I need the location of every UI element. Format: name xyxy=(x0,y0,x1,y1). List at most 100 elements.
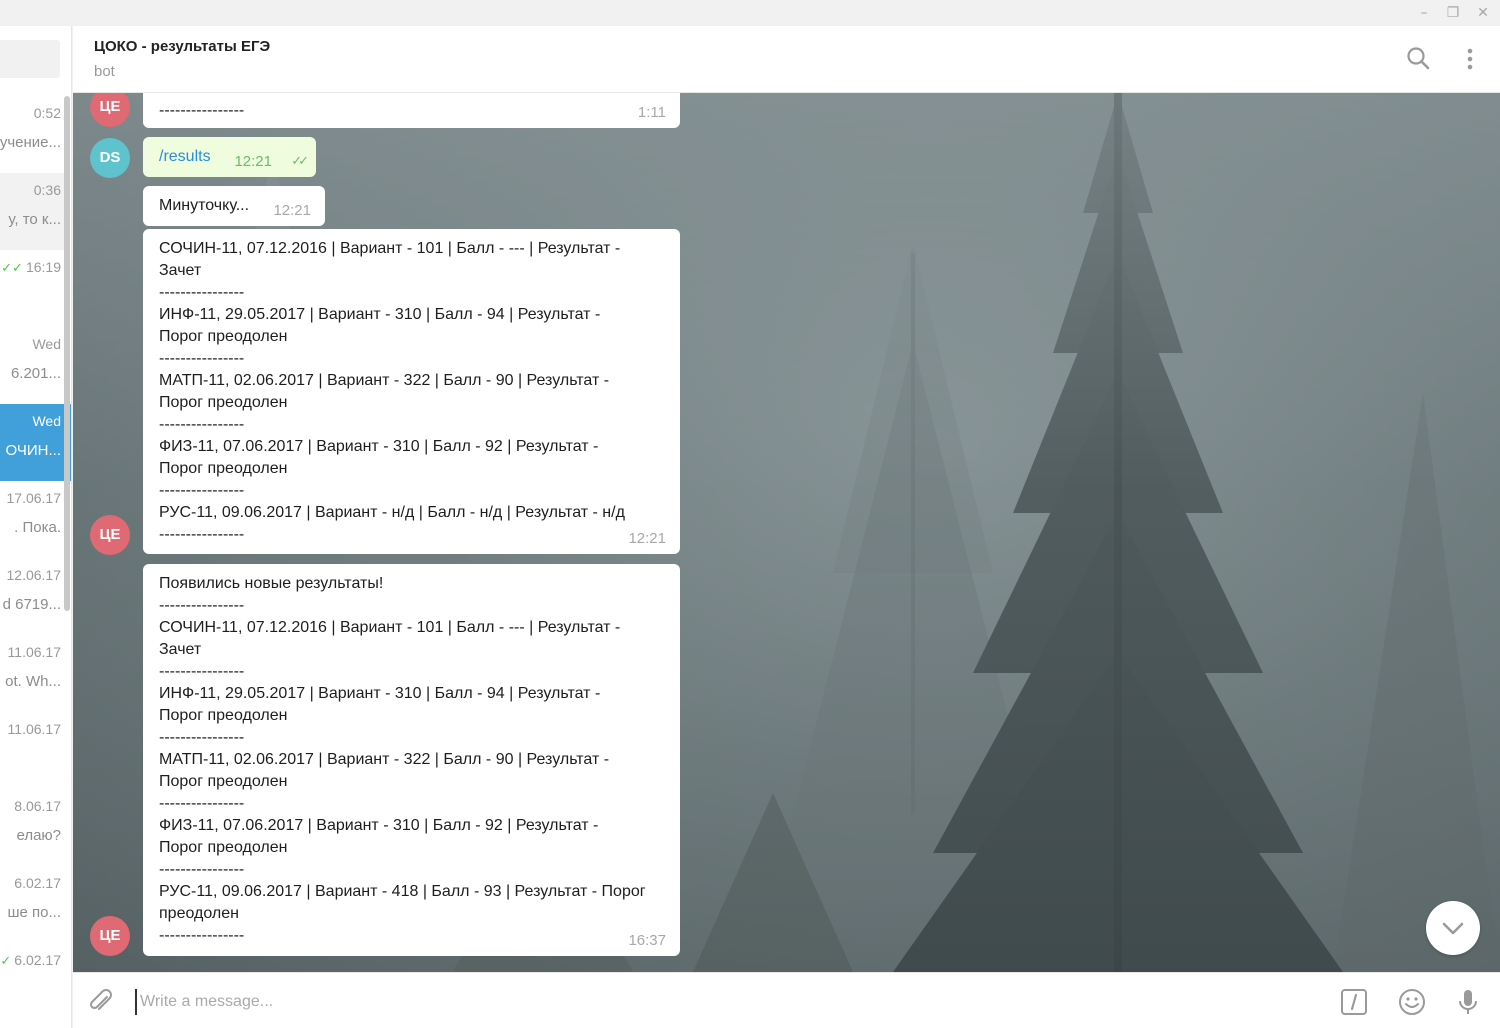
message-line: ---------------- xyxy=(159,526,245,543)
read-check-icon: ✓✓ xyxy=(1,260,23,275)
message-line: ---------------- xyxy=(159,795,245,812)
chat-subtitle: bot xyxy=(94,63,115,80)
message-bubble: ---------------- 1:11 xyxy=(143,93,680,128)
message-line: ИНФ-11, 29.05.2017 | Вариант - 310 | Бал… xyxy=(159,685,601,702)
dialog-item[interactable]: ✓ 6.02.17 xyxy=(0,943,64,1020)
dialog-preview: у, то к... xyxy=(8,211,61,228)
read-check-icon: ✓✓ xyxy=(291,153,309,168)
message-line: Порог преодолен xyxy=(159,839,288,856)
dialog-preview: елаю? xyxy=(16,827,61,844)
dialog-time: 11.06.17 xyxy=(7,644,61,660)
message-line: Зачет xyxy=(159,262,202,279)
dialog-time-text: 6.02.17 xyxy=(14,952,61,968)
message-bubble-outgoing: /results 12:21 ✓✓ xyxy=(143,137,316,177)
avatar[interactable]: DS xyxy=(90,138,130,178)
dialog-item[interactable]: 17.06.17 . Пока. xyxy=(0,481,64,558)
message-input[interactable] xyxy=(135,989,1315,1015)
dialog-preview: d 6719... xyxy=(2,596,61,613)
dialog-item[interactable]: 8.06.17 елаю? xyxy=(0,789,64,866)
dialog-time: 11.06.17 xyxy=(7,721,61,737)
dialog-time: Wed xyxy=(32,413,61,429)
message-time: 12:21 xyxy=(234,153,272,170)
message-line: ---------------- xyxy=(159,861,245,878)
microphone-icon[interactable] xyxy=(1453,987,1483,1017)
avatar[interactable]: ЦЕ xyxy=(90,515,130,555)
message-line: РУС-11, 09.06.2017 | Вариант - н/д | Бал… xyxy=(159,504,625,521)
dialog-time: Wed xyxy=(32,336,61,352)
message-line: ---------------- xyxy=(159,927,245,944)
dialog-preview: ОЧИН... xyxy=(5,442,61,459)
dialog-item[interactable]: 6.02.17 ше по... xyxy=(0,866,64,943)
message-line: Порог преодолен xyxy=(159,394,288,411)
message-line: Порог преодолен xyxy=(159,773,288,790)
dialog-item[interactable]: 11.06.17 xyxy=(0,712,64,789)
chevron-down-icon xyxy=(1442,922,1464,935)
message-time: 1:11 xyxy=(637,104,666,121)
more-icon[interactable] xyxy=(1455,44,1485,74)
message-line: СОЧИН-11, 07.12.2016 | Вариант - 101 | Б… xyxy=(159,619,621,636)
message-line: ---------------- xyxy=(159,663,245,680)
message-line: Зачет xyxy=(159,641,202,658)
attach-icon[interactable] xyxy=(86,987,116,1017)
dialog-time-text: 16:19 xyxy=(25,259,61,275)
message-line: преодолен xyxy=(159,905,239,922)
dialog-search-field[interactable] xyxy=(0,40,60,78)
message-line: ---------------- xyxy=(159,102,245,119)
search-icon[interactable] xyxy=(1404,44,1434,74)
close-button[interactable]: ✕ xyxy=(1472,3,1494,23)
read-check-icon: ✓ xyxy=(0,953,12,968)
message-area: ЦЕ ---------------- 1:11 DS /results 12:… xyxy=(73,93,1500,972)
message-line: МАТП-11, 02.06.2017 | Вариант - 322 | Ба… xyxy=(159,372,610,389)
message-line: ИНФ-11, 29.05.2017 | Вариант - 310 | Бал… xyxy=(159,306,601,323)
message-line: РУС-11, 09.06.2017 | Вариант - 418 | Бал… xyxy=(159,883,646,900)
message-bubble: Появились новые результаты! ------------… xyxy=(143,564,680,956)
dialog-time: ✓ 6.02.17 xyxy=(0,952,61,969)
message-line: ---------------- xyxy=(159,729,245,746)
window-title-bar: – ❐ ✕ xyxy=(0,0,1500,26)
avatar[interactable]: ЦЕ xyxy=(90,916,130,956)
emoji-icon[interactable] xyxy=(1397,987,1427,1017)
dialog-item[interactable]: ✓✓ 16:19 xyxy=(0,250,64,327)
message-bubble: СОЧИН-11, 07.12.2016 | Вариант - 101 | Б… xyxy=(143,229,680,554)
dialog-time: 0:36 xyxy=(33,182,61,198)
dialog-time: 17.06.17 xyxy=(6,490,62,506)
minimize-button[interactable]: – xyxy=(1413,3,1435,23)
dialog-item[interactable]: 11.06.17 ot. Wh... xyxy=(0,635,64,712)
dialog-preview: ot. Wh... xyxy=(5,673,61,690)
bot-command-link[interactable]: /results xyxy=(159,148,211,165)
dialog-time: 12.06.17 xyxy=(6,567,62,583)
restore-button[interactable]: ❐ xyxy=(1442,3,1464,23)
message-time: 12:21 xyxy=(628,530,666,547)
message-line: ---------------- xyxy=(159,350,245,367)
message-time: 12:21 xyxy=(273,202,311,219)
dialog-item[interactable]: Wed 6.201... xyxy=(0,327,64,404)
message-line: МАТП-11, 02.06.2017 | Вариант - 322 | Ба… xyxy=(159,751,610,768)
message-time: 16:37 xyxy=(628,932,666,949)
dialog-time: 8.06.17 xyxy=(14,798,61,814)
dialog-preview: учение... xyxy=(0,134,61,151)
message-line: Порог преодолен xyxy=(159,328,288,345)
message-line: ---------------- xyxy=(159,284,245,301)
dialog-item[interactable]: 0:52 учение... xyxy=(0,96,64,173)
dialog-item[interactable]: 0:36 у, то к... xyxy=(0,173,64,250)
message-line: ---------------- xyxy=(159,482,245,499)
dialog-item-active[interactable]: Wed ОЧИН... xyxy=(0,404,71,481)
dialog-item[interactable]: 12.06.17 d 6719... xyxy=(0,558,64,635)
dialog-preview: . Пока. xyxy=(14,519,61,536)
sidebar-scrollbar[interactable] xyxy=(64,96,70,611)
message-line: СОЧИН-11, 07.12.2016 | Вариант - 101 | Б… xyxy=(159,240,621,257)
message-line: ФИЗ-11, 07.06.2017 | Вариант - 310 | Бал… xyxy=(159,438,599,455)
scroll-to-bottom-button[interactable] xyxy=(1426,901,1480,955)
dialog-list: 0:52 учение... 0:36 у, то к... ✓✓ 16:19 W… xyxy=(0,26,72,1028)
message-line: ФИЗ-11, 07.06.2017 | Вариант - 310 | Бал… xyxy=(159,817,599,834)
bot-command-icon[interactable] xyxy=(1339,987,1369,1017)
message-text: Минуточку... xyxy=(159,197,250,214)
dialog-time: 0:52 xyxy=(33,105,61,121)
message-bubble: Минуточку... 12:21 xyxy=(143,186,325,226)
message-line: ---------------- xyxy=(159,416,245,433)
message-line: ---------------- xyxy=(159,597,245,614)
message-line: Порог преодолен xyxy=(159,460,288,477)
chat-title[interactable]: ЦОКО - результаты ЕГЭ xyxy=(94,38,270,55)
message-line: Порог преодолен xyxy=(159,707,288,724)
compose-bar xyxy=(73,972,1500,1028)
